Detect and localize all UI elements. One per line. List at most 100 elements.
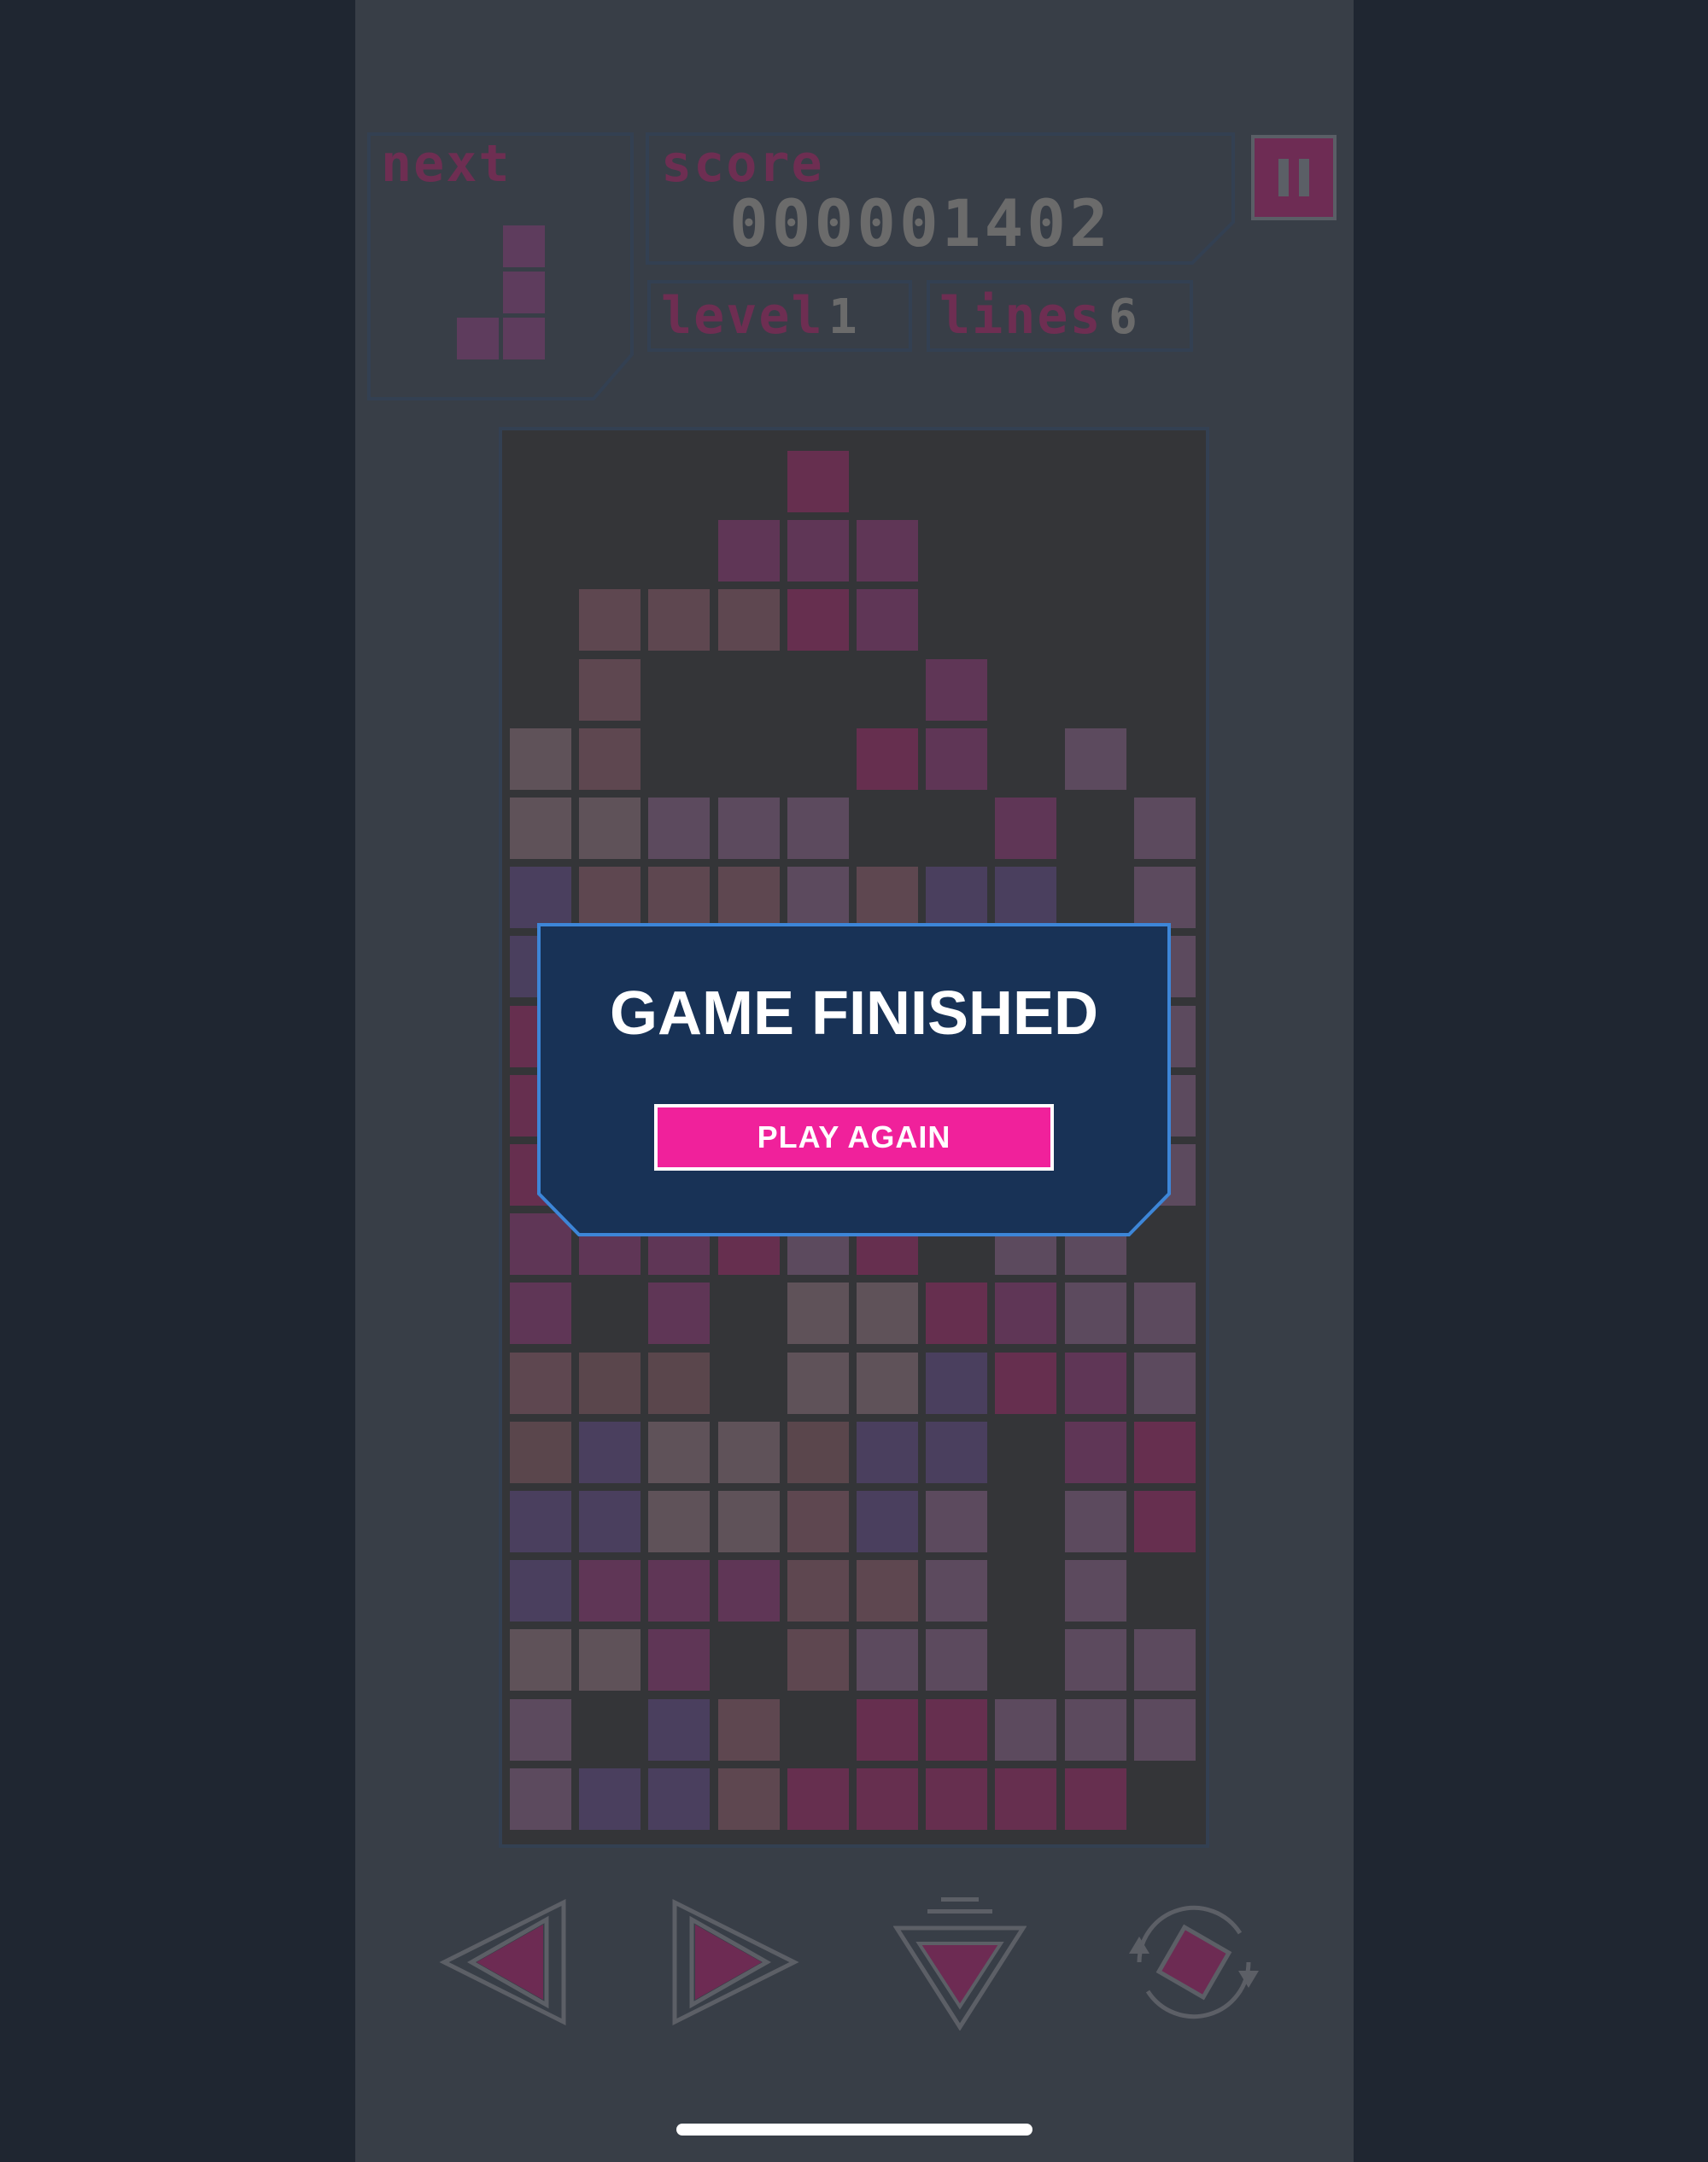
board-block bbox=[926, 658, 988, 721]
board-block bbox=[648, 1560, 711, 1622]
board-block bbox=[579, 1560, 641, 1622]
board-block bbox=[648, 798, 711, 859]
board-block bbox=[1133, 1629, 1196, 1692]
score-value: 000001402 bbox=[729, 185, 1112, 261]
board-block bbox=[1064, 1421, 1126, 1483]
board-block bbox=[1064, 1560, 1126, 1622]
board-block bbox=[579, 589, 641, 652]
board-block bbox=[579, 1629, 641, 1692]
board-block bbox=[717, 867, 780, 929]
score-label: score bbox=[661, 134, 824, 194]
board-block bbox=[1064, 1352, 1126, 1414]
board-block bbox=[579, 1352, 641, 1414]
board-block bbox=[926, 1698, 988, 1761]
next-label: next bbox=[381, 134, 512, 194]
board-block bbox=[1133, 1283, 1196, 1345]
board-block bbox=[510, 1352, 571, 1414]
board-block bbox=[1133, 1491, 1196, 1552]
board-block bbox=[510, 1768, 571, 1830]
board-block bbox=[787, 1352, 849, 1414]
board-block bbox=[579, 1768, 641, 1830]
board-block bbox=[648, 867, 711, 929]
board-block bbox=[995, 1283, 1057, 1345]
level-label: level bbox=[661, 286, 824, 346]
board-block bbox=[510, 1421, 571, 1483]
pause-button[interactable] bbox=[1251, 135, 1337, 220]
board-block bbox=[579, 867, 641, 929]
level-value: 1 bbox=[828, 289, 857, 345]
board-block bbox=[510, 1283, 571, 1345]
board-block bbox=[648, 1768, 711, 1830]
board-block bbox=[787, 1283, 849, 1345]
rotate-button[interactable] bbox=[1120, 1894, 1267, 2031]
board-block bbox=[995, 1352, 1057, 1414]
board-block bbox=[579, 798, 641, 859]
next-piece-block bbox=[457, 318, 499, 359]
board-block bbox=[648, 1283, 711, 1345]
board-block bbox=[787, 1768, 849, 1830]
board-block bbox=[1064, 727, 1126, 790]
board-block bbox=[857, 1698, 918, 1761]
board-block bbox=[510, 1560, 571, 1622]
board-block bbox=[926, 1768, 988, 1830]
play-again-button[interactable]: PLAY AGAIN bbox=[654, 1104, 1054, 1171]
board-block bbox=[717, 520, 780, 582]
board-block bbox=[787, 867, 849, 929]
board-block bbox=[717, 1768, 780, 1830]
home-indicator[interactable] bbox=[676, 2124, 1032, 2136]
board-block bbox=[579, 727, 641, 790]
drop-button[interactable] bbox=[893, 1894, 1027, 2031]
board-block bbox=[857, 1629, 918, 1692]
board-block bbox=[1133, 1698, 1196, 1761]
board-block bbox=[1064, 1283, 1126, 1345]
board-block bbox=[717, 1560, 780, 1622]
board-block bbox=[579, 1491, 641, 1552]
board-block bbox=[717, 1421, 780, 1483]
board-block bbox=[510, 798, 571, 859]
board-block bbox=[579, 658, 641, 721]
board-block bbox=[648, 1491, 711, 1552]
move-left-button[interactable] bbox=[437, 1894, 574, 2031]
board-block bbox=[926, 1491, 988, 1552]
board-block bbox=[857, 589, 918, 652]
game-finished-dialog bbox=[537, 923, 1171, 1236]
move-right-button[interactable] bbox=[664, 1894, 801, 2031]
board-block bbox=[1133, 867, 1196, 929]
board-block bbox=[926, 1629, 988, 1692]
board-block bbox=[787, 1560, 849, 1622]
board-block bbox=[995, 1698, 1057, 1761]
board-block bbox=[648, 1629, 711, 1692]
board-block bbox=[717, 1491, 780, 1552]
board-block bbox=[579, 1421, 641, 1483]
board-block bbox=[995, 867, 1057, 929]
board-block bbox=[510, 867, 571, 929]
board-block bbox=[648, 1421, 711, 1483]
board-block bbox=[857, 1283, 918, 1345]
board-block bbox=[1133, 798, 1196, 859]
board-block bbox=[926, 727, 988, 790]
next-piece-block bbox=[503, 272, 545, 313]
board-block bbox=[995, 798, 1057, 859]
board-block bbox=[926, 1283, 988, 1345]
board-block bbox=[510, 1491, 571, 1552]
board-block bbox=[857, 1560, 918, 1622]
board-block bbox=[857, 867, 918, 929]
board-block bbox=[717, 589, 780, 652]
pause-icon bbox=[1278, 159, 1289, 196]
board-block bbox=[510, 1698, 571, 1761]
next-piece-block bbox=[503, 318, 545, 359]
lines-value: 6 bbox=[1108, 289, 1138, 345]
board-block bbox=[787, 520, 849, 582]
board-block bbox=[1064, 1491, 1126, 1552]
board-block bbox=[787, 1629, 849, 1692]
board-block bbox=[857, 1421, 918, 1483]
board-block bbox=[787, 1421, 849, 1483]
board-block bbox=[717, 1698, 780, 1761]
board-block bbox=[857, 727, 918, 790]
board-block bbox=[510, 727, 571, 790]
board-block bbox=[787, 1491, 849, 1552]
board-block bbox=[857, 520, 918, 582]
board-block bbox=[717, 798, 780, 859]
board-block bbox=[857, 1768, 918, 1830]
board-block bbox=[1133, 1421, 1196, 1483]
